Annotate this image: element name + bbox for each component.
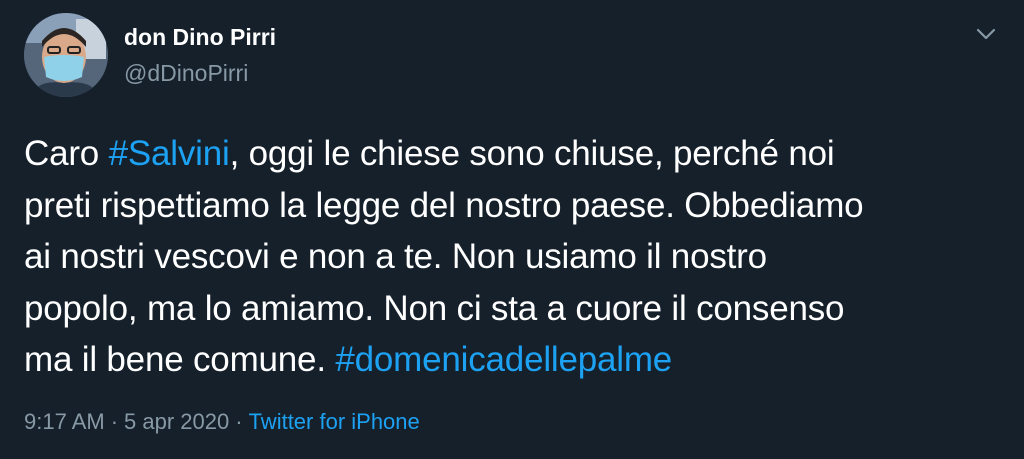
tweet-card: don Dino Pirri @dDinoPirri Caro #Salvini…	[0, 0, 1024, 459]
source-link[interactable]: Twitter for iPhone	[249, 409, 420, 434]
tweet-text-segment: preti rispettiamo la legge del nostro pa…	[24, 185, 864, 225]
tweet-line: popolo, ma lo amiamo. Non ci sta a cuore…	[24, 283, 1014, 335]
tweet-meta: 9:17 AM · 5 apr 2020 · Twitter for iPhone	[24, 407, 420, 437]
tweet-line: Caro #Salvini, oggi le chiese sono chius…	[24, 128, 1014, 180]
tweet-text-segment: Caro	[24, 134, 109, 173]
avatar[interactable]	[24, 13, 108, 97]
chevron-down-icon[interactable]	[972, 22, 1000, 46]
tweet-line: ma il bene comune. #domenicadellepalme	[24, 334, 1014, 386]
tweet-text-segment: popolo, ma lo amiamo. Non ci sta a cuore…	[24, 288, 845, 328]
user-handle[interactable]: @dDinoPirri	[124, 58, 276, 88]
tweet-line: ai nostri vescovi e non a te. Non usiamo…	[24, 231, 1014, 283]
tweet-text-segment: ai nostri vescovi e non a te. Non usiamo…	[24, 237, 767, 276]
separator: ·	[110, 409, 119, 434]
tweet-time[interactable]: 9:17 AM	[24, 409, 105, 434]
tweet-text-segment: , oggi le chiese sono chiuse, perché noi	[229, 134, 835, 173]
tweet-line: preti rispettiamo la legge del nostro pa…	[24, 180, 1014, 232]
author-info: don Dino Pirri @dDinoPirri	[124, 22, 276, 88]
tweet-text: Caro #Salvini, oggi le chiese sono chius…	[24, 128, 1014, 386]
tweet-text-segment: ma il bene comune.	[24, 340, 336, 379]
display-name[interactable]: don Dino Pirri	[124, 22, 276, 52]
separator: ·	[235, 409, 243, 434]
tweet-date[interactable]: 5 apr 2020	[124, 409, 229, 434]
profile-photo	[24, 13, 108, 97]
hashtag-link[interactable]: #domenicadellepalme	[335, 340, 672, 379]
hashtag-link[interactable]: #Salvini	[109, 134, 230, 173]
